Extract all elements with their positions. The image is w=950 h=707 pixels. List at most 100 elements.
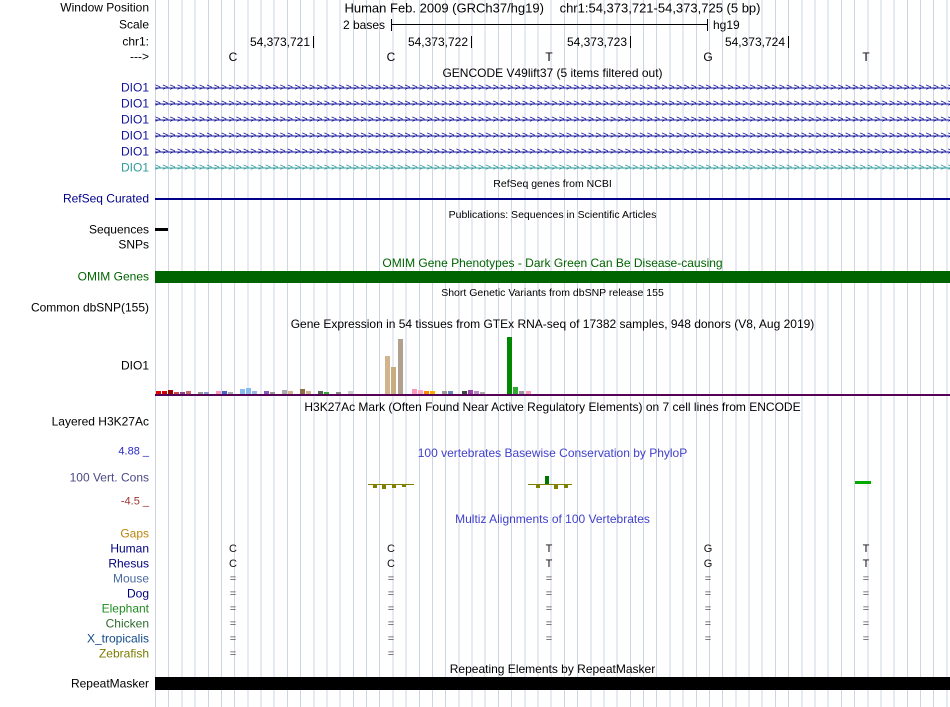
multiz-species-label[interactable]: Human	[110, 542, 149, 556]
gtex-track-title: Gene Expression in 54 tissues from GTEx …	[290, 317, 815, 331]
multiz-alignment-cell: T	[545, 543, 553, 555]
multiz-alignment-cell: =	[387, 573, 395, 585]
gencode-transcript[interactable]: >>>>>>>>>>>>>>>>>>>>>>>>>>>>>>>>>>>>>>>>…	[155, 97, 950, 111]
gtex-tissue-bar	[507, 337, 512, 394]
omim-genes-label[interactable]: OMIM Genes	[78, 270, 149, 284]
ruler-tick-label: 54,373,723	[566, 35, 627, 49]
multiz-alignment-cell: =	[545, 618, 553, 630]
gtex-baseline	[155, 394, 950, 396]
multiz-alignment-cell: =	[862, 618, 870, 630]
phylop-score-bar	[536, 485, 540, 488]
multiz-alignment-cell: T	[545, 558, 553, 570]
gencode-transcript[interactable]: >>>>>>>>>>>>>>>>>>>>>>>>>>>>>>>>>>>>>>>>…	[155, 81, 950, 95]
repeatmasker-label[interactable]: RepeatMasker	[71, 677, 149, 691]
gencode-transcript[interactable]: >>>>>>>>>>>>>>>>>>>>>>>>>>>>>>>>>>>>>>>>…	[155, 113, 950, 127]
multiz-alignment-cell: =	[704, 573, 712, 585]
phylop-score-bar	[373, 485, 377, 488]
multiz-species-label[interactable]: Chicken	[106, 617, 149, 631]
multiz-alignment-cell: T	[862, 543, 870, 555]
layered-h3k27ac-label[interactable]: Layered H3K27Ac	[52, 415, 149, 429]
phylop-score-bar	[564, 485, 568, 488]
gtex-expression-chart[interactable]	[155, 333, 950, 394]
strand-arrow-label: --->	[130, 49, 149, 64]
multiz-species-label[interactable]: Dog	[127, 587, 149, 601]
phylop-score-bar	[392, 485, 396, 488]
scale-value: 2 bases	[342, 18, 385, 32]
gtex-tissue-bar	[513, 387, 518, 394]
genome-browser: Window Position Scale chr1: ---> RefSeq …	[0, 0, 950, 707]
gencode-transcript-label[interactable]: DIO1	[121, 81, 149, 95]
conservation-track-title: 100 vertebrates Basewise Conservation by…	[417, 446, 688, 460]
multiz-alignment-cell: =	[387, 603, 395, 615]
phylop-score-bar	[382, 485, 386, 489]
refseq-track-title: RefSeq genes from NCBI	[493, 178, 612, 190]
multiz-species-label[interactable]: Mouse	[113, 572, 149, 586]
multiz-alignment-cell: =	[387, 618, 395, 630]
genome-name: hg19	[713, 18, 740, 32]
common-dbsnp-label[interactable]: Common dbSNP(155)	[31, 301, 149, 315]
multiz-species-label[interactable]: Zebrafish	[99, 647, 149, 661]
gencode-transcript[interactable]: >>>>>>>>>>>>>>>>>>>>>>>>>>>>>>>>>>>>>>>>…	[155, 161, 950, 175]
phylop-score-bar	[545, 476, 549, 484]
assembly-text: Human Feb. 2009 (GRCh37/hg19)	[344, 0, 544, 16]
phylop-min-label: -4.5 _	[120, 495, 149, 508]
multiz-alignment-cell: C	[387, 558, 395, 570]
repeatmasker-bar[interactable]	[155, 677, 950, 690]
multiz-alignment-cell: =	[387, 633, 395, 645]
omim-gene-bar[interactable]	[155, 271, 950, 283]
publications-sequences-label[interactable]: Sequences	[89, 223, 149, 237]
multiz-species-label[interactable]: Rhesus	[108, 557, 149, 571]
multiz-alignment-cell: =	[862, 588, 870, 600]
publications-sequences-item[interactable]	[155, 228, 168, 231]
gencode-transcript-label[interactable]: DIO1	[121, 97, 149, 111]
gencode-transcript-label[interactable]: DIO1	[121, 145, 149, 159]
multiz-alignment-cell: G	[703, 558, 713, 570]
multiz-alignment-cell: =	[862, 603, 870, 615]
multiz-species-label[interactable]: Elephant	[102, 602, 149, 616]
phylop-score-bar	[554, 485, 558, 489]
multiz-alignment-cell: =	[229, 603, 237, 615]
scale-label: Scale	[118, 17, 149, 32]
conservation-track-label[interactable]: 100 Vert. Cons	[70, 471, 149, 485]
window-position-label: Window Position	[60, 0, 149, 15]
multiz-track-title: Multiz Alignments of 100 Vertebrates	[455, 512, 650, 526]
multiz-alignment-cell: =	[545, 603, 553, 615]
reference-base: C	[228, 50, 238, 64]
chrom-label: chr1:	[122, 34, 149, 49]
gencode-transcript[interactable]: >>>>>>>>>>>>>>>>>>>>>>>>>>>>>>>>>>>>>>>>…	[155, 145, 950, 159]
gencode-track-title: GENCODE V49lift37 (5 items filtered out)	[442, 66, 663, 80]
repeatmasker-track-title: Repeating Elements by RepeatMasker	[449, 662, 656, 676]
phylop-max-label: 4.88 _	[118, 445, 149, 458]
scale-bar	[391, 19, 708, 31]
multiz-alignment-cell: =	[387, 588, 395, 600]
track-panel[interactable]: Human Feb. 2009 (GRCh37/hg19) chr1:54,37…	[155, 0, 950, 707]
multiz-species-label[interactable]: Gaps	[120, 527, 149, 541]
refseq-curated-label[interactable]: RefSeq Curated	[63, 192, 149, 206]
multiz-alignment-cell: =	[545, 573, 553, 585]
multiz-alignment-cell: =	[704, 603, 712, 615]
track-label-column: Window Position Scale chr1: ---> RefSeq …	[0, 0, 152, 707]
multiz-alignment-cell: =	[862, 633, 870, 645]
reference-base: C	[386, 50, 396, 64]
multiz-alignment-cell: =	[862, 573, 870, 585]
multiz-species-label[interactable]: X_tropicalis	[87, 632, 149, 646]
position-header: Human Feb. 2009 (GRCh37/hg19) chr1:54,37…	[155, 1, 950, 16]
h3k27ac-track-title: H3K27Ac Mark (Often Found Near Active Re…	[304, 400, 801, 414]
multiz-alignment-cell: =	[229, 618, 237, 630]
gencode-transcript-label[interactable]: DIO1	[121, 161, 149, 175]
refseq-curated-item[interactable]	[155, 198, 950, 200]
multiz-alignment-cell: =	[229, 648, 237, 660]
publications-snps-label[interactable]: SNPs	[118, 238, 149, 252]
phylop-score-bar	[402, 485, 406, 487]
gtex-tissue-bar	[385, 356, 390, 394]
ruler-tick-mark	[471, 36, 472, 48]
gtex-gene-label[interactable]: DIO1	[121, 359, 149, 373]
position-text: chr1:54,373,721-54,373,725 (5 bp)	[559, 0, 761, 16]
gencode-transcript-label[interactable]: DIO1	[121, 129, 149, 143]
gencode-transcript-label[interactable]: DIO1	[121, 113, 149, 127]
gencode-transcript[interactable]: >>>>>>>>>>>>>>>>>>>>>>>>>>>>>>>>>>>>>>>>…	[155, 129, 950, 143]
omim-track-title: OMIM Gene Phenotypes - Dark Green Can Be…	[382, 256, 723, 270]
multiz-alignment-cell: =	[229, 633, 237, 645]
ruler-tick-mark	[630, 36, 631, 48]
publications-track-title: Publications: Sequences in Scientific Ar…	[448, 209, 657, 221]
